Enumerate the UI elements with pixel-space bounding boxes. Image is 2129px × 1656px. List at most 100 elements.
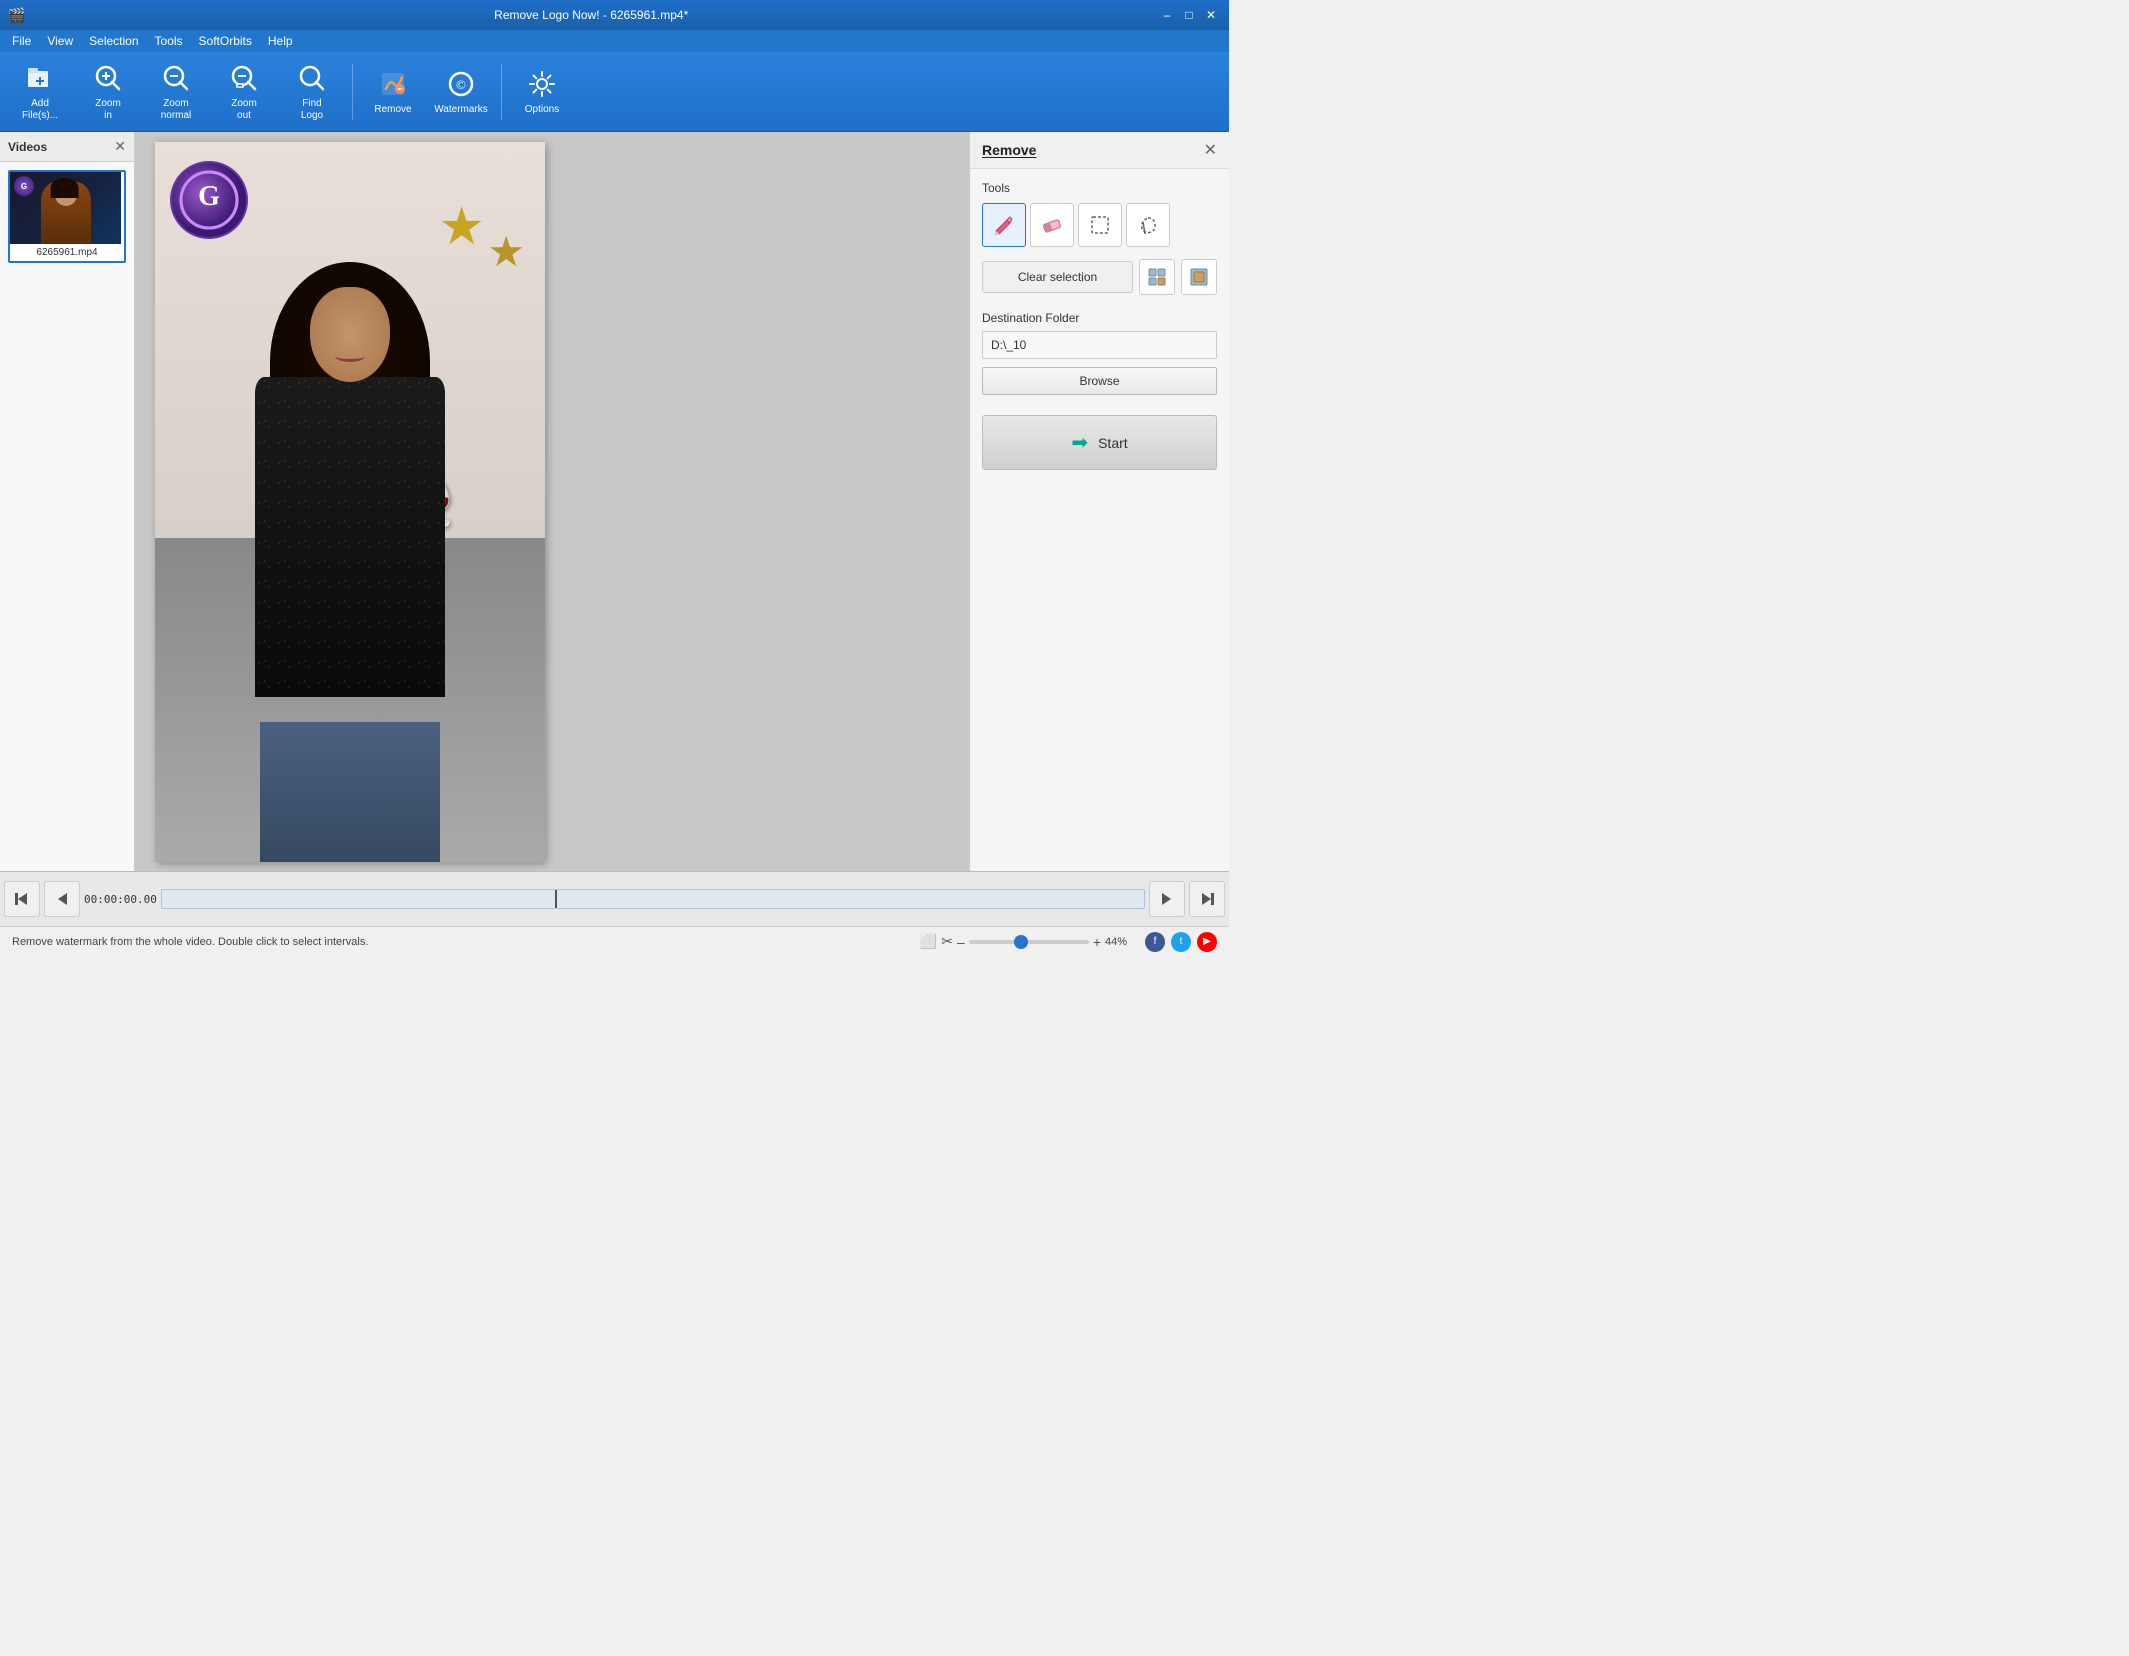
zoom-in-icon — [92, 62, 124, 94]
timeline-right-buttons — [1149, 881, 1225, 917]
menu-tools[interactable]: Tools — [147, 32, 191, 50]
toolbar: AddFile(s)... Zoomin Zoomnormal — [0, 52, 1229, 132]
remove-panel-content: Tools — [970, 169, 1229, 871]
destination-folder-input[interactable] — [982, 331, 1217, 359]
menubar: File View Selection Tools SoftOrbits Hel… — [0, 30, 1229, 52]
minimize-button[interactable]: – — [1157, 6, 1177, 24]
eraser-tool-button[interactable] — [1030, 203, 1074, 247]
tools-row — [982, 203, 1217, 247]
zoom-in-status-button[interactable]: + — [1093, 934, 1101, 950]
app-icon: 🎬 — [8, 7, 25, 24]
close-button[interactable]: ✕ — [1201, 6, 1221, 24]
timeline-timecode: 00:00:00.00 — [84, 893, 157, 906]
remove-label: Remove — [374, 104, 411, 115]
sidebar-close-button[interactable]: ✕ — [114, 138, 126, 155]
sidebar-header: Videos ✕ — [0, 132, 134, 162]
statusbar-right: ⬜ ✂ – + 44% f t ▶ — [920, 932, 1217, 952]
options-icon — [526, 68, 558, 100]
video-filename: 6265961.mp4 — [10, 244, 124, 261]
zoom-normal-button[interactable]: Zoomnormal — [144, 58, 208, 126]
maximize-button[interactable]: □ — [1179, 6, 1199, 24]
menu-softorbits[interactable]: SoftOrbits — [191, 32, 260, 50]
titlebar: 🎬 Remove Logo Now! - 6265961.mp4* – □ ✕ — [0, 0, 1229, 30]
watermarks-label: Watermarks — [434, 104, 488, 115]
tools-label: Tools — [982, 181, 1217, 195]
options-label: Options — [525, 104, 559, 115]
twitter-icon[interactable]: t — [1171, 932, 1191, 952]
video-frame: ★ ★ 🍷 G — [155, 142, 545, 862]
videos-sidebar: Videos ✕ G 6265961.mp4 — [0, 132, 135, 871]
select-mode-1-button[interactable] — [1139, 259, 1175, 295]
lasso-tool-button[interactable] — [1126, 203, 1170, 247]
window-controls: – □ ✕ — [1157, 6, 1221, 24]
zoom-rect-button[interactable]: ✂ — [941, 933, 953, 950]
start-button[interactable]: ➡ Start — [982, 415, 1217, 470]
clear-selection-button[interactable]: Clear selection — [982, 261, 1133, 293]
timeline-skip-forward-button[interactable] — [1189, 881, 1225, 917]
sidebar-title: Videos — [8, 140, 47, 154]
video-thumb-image: G — [10, 172, 121, 244]
zoom-in-label: Zoomin — [95, 98, 121, 122]
timeline-back-button[interactable] — [44, 881, 80, 917]
window-title: Remove Logo Now! - 6265961.mp4* — [25, 8, 1157, 22]
statusbar: Remove watermark from the whole video. D… — [0, 926, 1229, 956]
browse-button[interactable]: Browse — [982, 367, 1217, 395]
timeline: 00:00:00.00 — [0, 871, 1229, 926]
find-logo-label: FindLogo — [301, 98, 323, 122]
remove-panel-close-button[interactable]: ✕ — [1204, 140, 1217, 160]
zoom-controls: ⬜ ✂ – + 44% — [920, 933, 1137, 950]
watermarks-button[interactable]: © Watermarks — [429, 58, 493, 126]
menu-view[interactable]: View — [39, 32, 81, 50]
status-message: Remove watermark from the whole video. D… — [12, 936, 368, 948]
timeline-forward-button[interactable] — [1149, 881, 1185, 917]
canvas-area[interactable]: ★ ★ 🍷 G — [135, 132, 969, 871]
zoom-normal-label: Zoomnormal — [161, 98, 192, 122]
woman-jeans — [260, 722, 440, 862]
video-thumbnail[interactable]: G 6265961.mp4 — [8, 170, 126, 263]
statusbar-left: Remove watermark from the whole video. D… — [12, 936, 368, 948]
pencil-tool-button[interactable] — [982, 203, 1026, 247]
video-logo-overlay: G — [169, 160, 249, 240]
options-button[interactable]: Options — [510, 58, 574, 126]
find-logo-button[interactable]: FindLogo — [280, 58, 344, 126]
select-mode-2-button[interactable] — [1181, 259, 1217, 295]
find-logo-icon — [296, 62, 328, 94]
start-arrow-icon: ➡ — [1071, 430, 1088, 455]
zoom-in-button[interactable]: Zoomin — [76, 58, 140, 126]
toolbar-separator — [352, 64, 353, 120]
zoom-out-button[interactable]: Zoomout — [212, 58, 276, 126]
rect-selection-button[interactable] — [1078, 203, 1122, 247]
youtube-icon[interactable]: ▶ — [1197, 932, 1217, 952]
zoom-selector-button[interactable]: ⬜ — [920, 933, 937, 950]
facebook-icon[interactable]: f — [1145, 932, 1165, 952]
menu-selection[interactable]: Selection — [81, 32, 146, 50]
timeline-bar[interactable] — [161, 889, 1145, 909]
destination-section: Destination Folder Browse — [982, 311, 1217, 395]
zoom-out-status-button[interactable]: – — [957, 934, 965, 950]
add-files-label: AddFile(s)... — [22, 98, 58, 122]
remove-panel-header: Remove ✕ — [970, 132, 1229, 169]
woman-face — [310, 287, 390, 382]
main-layout: Videos ✕ G 6265961.mp4 — [0, 132, 1229, 871]
toolbar-separator-2 — [501, 64, 502, 120]
star-decoration-right: ★ — [487, 227, 525, 276]
zoom-level-label: 44% — [1105, 936, 1137, 948]
remove-icon — [377, 68, 409, 100]
selection-row: Clear selection — [982, 259, 1217, 295]
remove-button[interactable]: Remove — [361, 58, 425, 126]
menu-file[interactable]: File — [4, 32, 39, 50]
destination-folder-label: Destination Folder — [982, 311, 1217, 325]
zoom-out-icon — [228, 62, 260, 94]
add-files-button[interactable]: AddFile(s)... — [8, 58, 72, 126]
start-label: Start — [1098, 435, 1128, 451]
menu-help[interactable]: Help — [260, 32, 301, 50]
woman-shirt — [255, 377, 445, 697]
zoom-slider[interactable] — [969, 940, 1089, 944]
remove-panel: Remove ✕ Tools — [969, 132, 1229, 871]
svg-text:G: G — [198, 180, 220, 211]
zoom-normal-icon — [160, 62, 192, 94]
svg-text:©: © — [456, 77, 466, 92]
zoom-out-label: Zoomout — [231, 98, 257, 122]
timeline-skip-back-button[interactable] — [4, 881, 40, 917]
add-files-icon — [24, 62, 56, 94]
